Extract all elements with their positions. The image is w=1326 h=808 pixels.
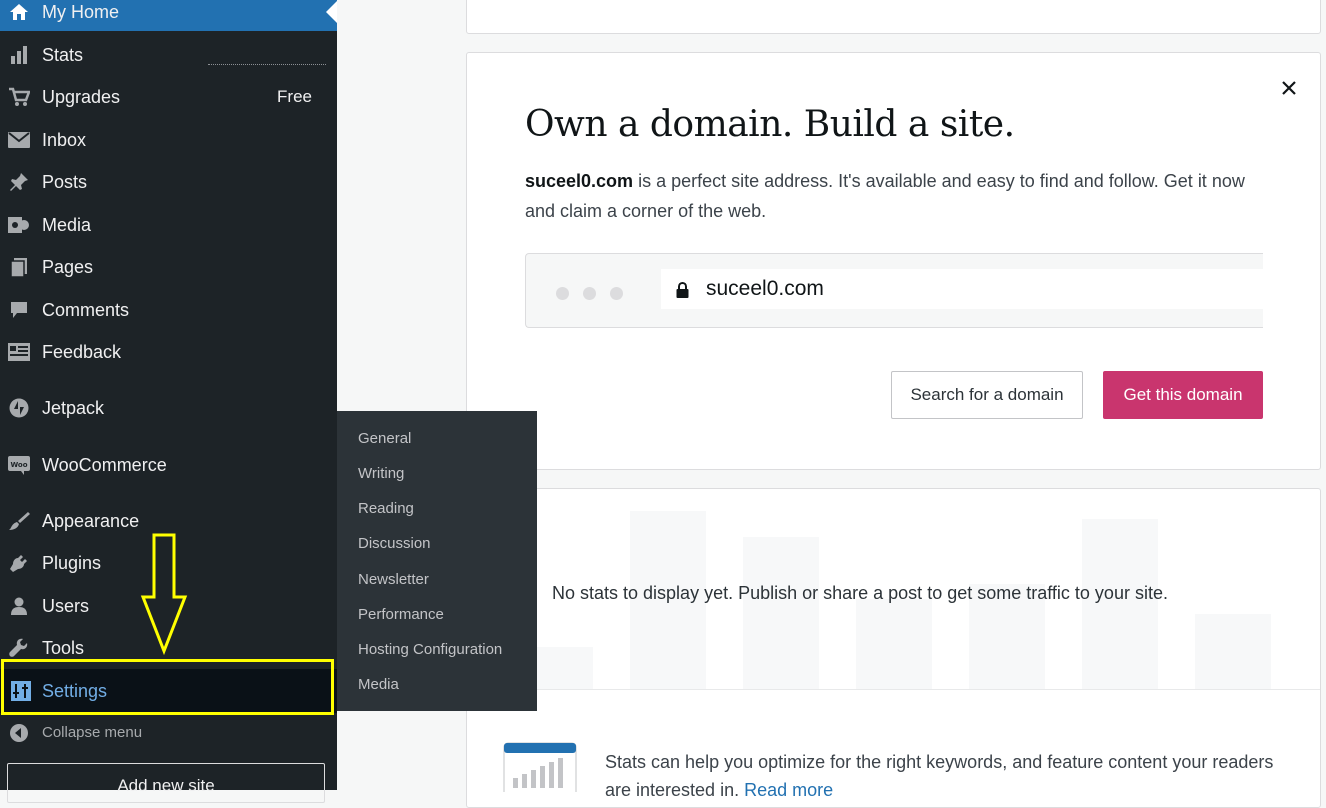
divider	[208, 64, 326, 65]
lock-icon	[676, 281, 689, 303]
pages-icon	[8, 256, 30, 278]
submenu-item-general[interactable]: General	[358, 430, 411, 447]
submenu-item-newsletter[interactable]: Newsletter	[358, 571, 429, 588]
placeholder-bar	[1195, 614, 1271, 689]
arrow-down-annotation-icon	[140, 533, 188, 655]
search-domain-button[interactable]: Search for a domain	[891, 371, 1083, 419]
sidebar-item-upgrades[interactable]: Upgrades Free	[0, 78, 337, 116]
browser-dot	[556, 287, 569, 300]
cart-icon	[8, 86, 30, 108]
placeholder-bar	[856, 599, 932, 689]
submenu-item-writing[interactable]: Writing	[358, 465, 404, 482]
submenu-item-performance[interactable]: Performance	[358, 606, 444, 623]
browser-dot	[610, 287, 623, 300]
free-badge: Free	[277, 87, 312, 106]
empty-stats-message: No stats to display yet. Publish or shar…	[552, 583, 1168, 603]
sidebar-item-label: Upgrades	[42, 86, 121, 107]
submenu-item-media[interactable]: Media	[358, 676, 399, 693]
pin-icon	[8, 171, 30, 193]
sidebar-item-stats[interactable]: Stats	[0, 36, 337, 74]
sidebar-item-label: Posts	[42, 171, 88, 192]
sidebar-item-label: My Home	[42, 1, 120, 22]
stats-tip-text: Stats can help you optimize for the righ…	[605, 752, 1274, 800]
sidebar-item-label: Feedback	[42, 341, 122, 362]
brush-icon	[8, 510, 30, 532]
submenu-item-reading[interactable]: Reading	[358, 500, 414, 517]
sidebar-item-my-home[interactable]: My Home	[0, 0, 337, 31]
home-icon	[8, 1, 30, 23]
stats-illustration-icon	[503, 742, 577, 804]
domain-name: suceel0.com	[525, 171, 634, 191]
collapse-menu-button[interactable]: Collapse menu	[0, 720, 337, 746]
settings-submenu: General Writing Reading Discussion Newsl…	[337, 411, 537, 711]
placeholder-bar	[535, 647, 593, 689]
mail-icon	[8, 129, 30, 151]
stats-tip: Stats can help you optimize for the righ…	[605, 748, 1295, 804]
plug-icon	[8, 552, 30, 574]
submenu-item-hosting-configuration[interactable]: Hosting Configuration	[358, 641, 502, 658]
browser-dot	[583, 287, 596, 300]
sidebar-item-label: Pages	[42, 256, 94, 277]
user-icon	[8, 595, 30, 617]
sidebar-item-label: Appearance	[42, 510, 140, 531]
comment-icon	[8, 299, 30, 321]
sidebar-item-label: Plugins	[42, 552, 102, 573]
sidebar-item-label: Media	[42, 214, 92, 235]
sidebar-item-woocommerce[interactable]: Woo WooCommerce	[0, 446, 337, 484]
media-icon	[8, 214, 30, 236]
sidebar-item-label: WooCommerce	[42, 454, 167, 475]
add-new-site-button[interactable]: Add new site	[7, 763, 325, 803]
highlight-box	[1, 659, 334, 715]
placeholder-bar	[743, 537, 819, 689]
sidebar-item-label: Stats	[42, 44, 84, 65]
divider	[467, 689, 1320, 690]
sidebar-item-label: Tools	[42, 637, 85, 658]
read-more-link[interactable]: Read more	[744, 780, 833, 800]
close-icon[interactable]	[1278, 77, 1300, 99]
sidebar-item-comments[interactable]: Comments	[0, 291, 337, 329]
get-domain-button[interactable]: Get this domain	[1103, 371, 1263, 419]
placeholder-bar	[1082, 519, 1158, 689]
domain-description-text: is a perfect site address. It's availabl…	[525, 171, 1245, 221]
collapse-menu-label: Collapse menu	[42, 724, 143, 741]
feedback-icon	[8, 341, 30, 363]
top-card	[466, 0, 1321, 34]
url-bar: suceel0.com	[661, 269, 1264, 309]
url-text: suceel0.com	[706, 277, 824, 300]
submenu-item-discussion[interactable]: Discussion	[358, 535, 431, 552]
sidebar-item-label: Jetpack	[42, 397, 105, 418]
jetpack-icon	[8, 397, 30, 419]
browser-mockup: suceel0.com	[525, 253, 1264, 328]
stats-icon	[8, 44, 30, 66]
sidebar-item-feedback[interactable]: Feedback	[0, 333, 337, 371]
sidebar-item-media[interactable]: Media	[0, 206, 337, 244]
domain-headline: Own a domain. Build a site.	[525, 104, 1015, 145]
sidebar-item-posts[interactable]: Posts	[0, 163, 337, 201]
sidebar-item-label: Inbox	[42, 129, 87, 150]
svg-text:Woo: Woo	[10, 461, 27, 469]
sidebar-item-jetpack[interactable]: Jetpack	[0, 389, 337, 427]
woo-icon: Woo	[8, 454, 30, 476]
wrench-icon	[8, 637, 30, 659]
sidebar-item-label: Comments	[42, 299, 130, 320]
collapse-icon	[10, 724, 28, 747]
sidebar-item-inbox[interactable]: Inbox	[0, 121, 337, 159]
sidebar-item-label: Users	[42, 595, 90, 616]
sidebar-item-pages[interactable]: Pages	[0, 248, 337, 286]
domain-description: suceel0.com is a perfect site address. I…	[525, 166, 1260, 226]
